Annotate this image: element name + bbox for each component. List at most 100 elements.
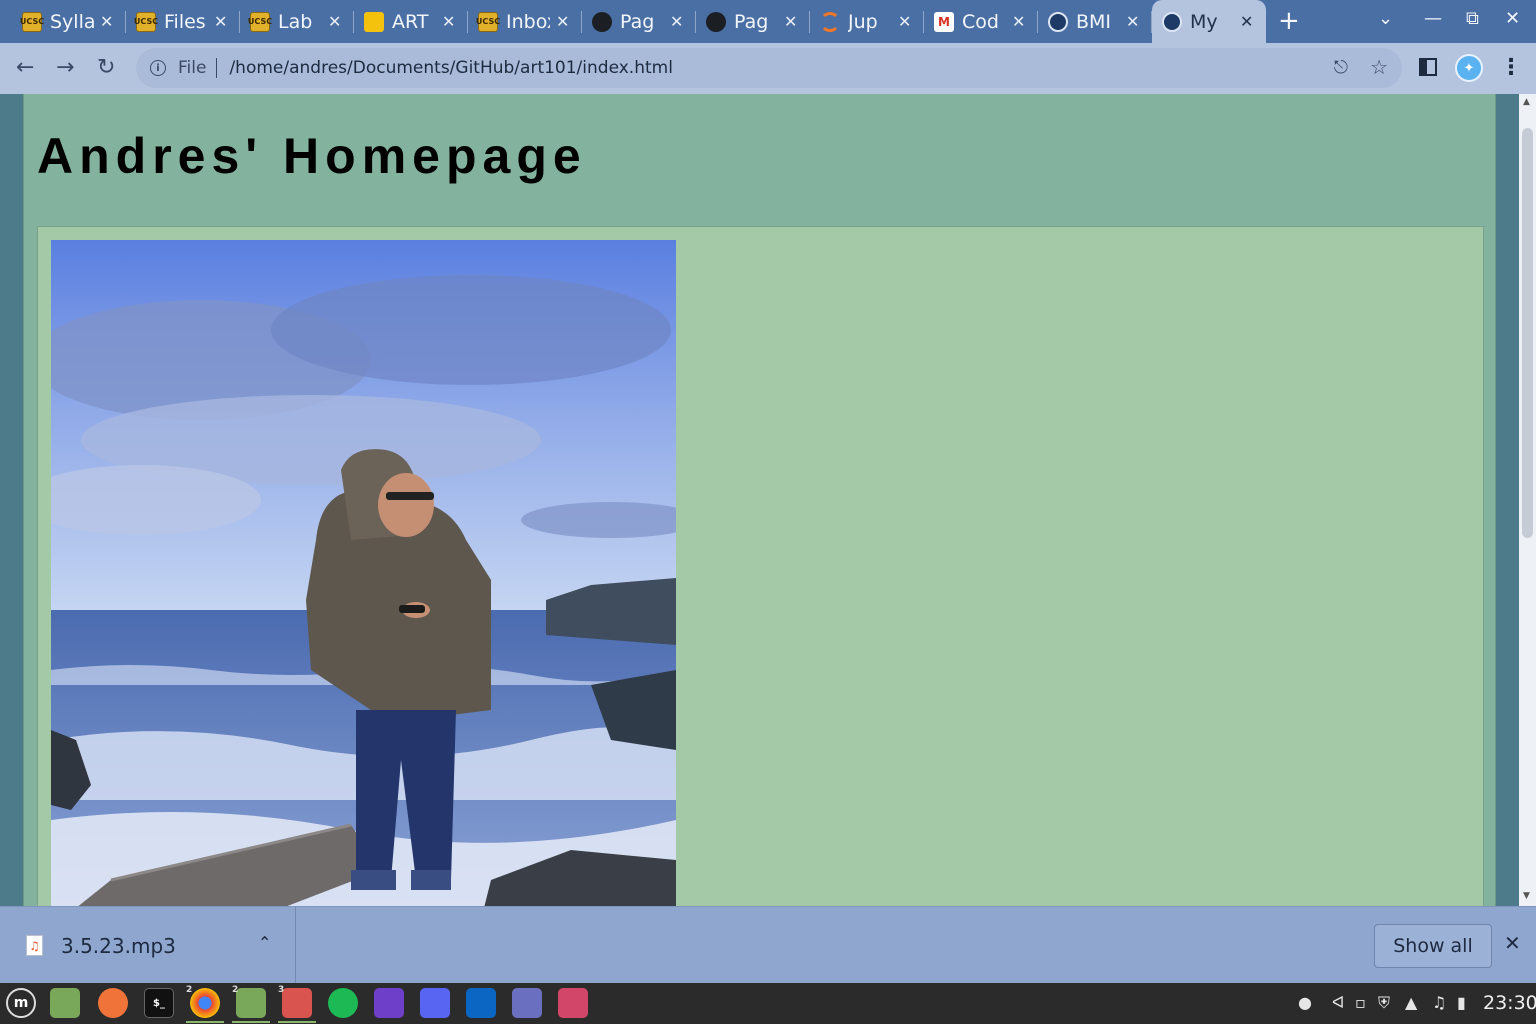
globe-icon bbox=[1048, 11, 1068, 32]
browser-toolbar: ← → ↻ i File /home/andres/Documents/GitH… bbox=[0, 43, 1536, 94]
tab-close-icon[interactable]: ✕ bbox=[1240, 12, 1253, 31]
download-item[interactable]: ♫ 3.5.23.mp3 ⌃ bbox=[0, 907, 296, 984]
scroll-up-icon[interactable]: ▲ bbox=[1523, 97, 1530, 107]
spotify-icon[interactable] bbox=[328, 988, 358, 1018]
tab-title: ART bbox=[392, 10, 429, 33]
ucsc-icon: UCSC bbox=[476, 11, 500, 32]
app-icon[interactable]: 3 bbox=[278, 985, 316, 1023]
bookmark-star-icon[interactable]: ☆ bbox=[1370, 55, 1388, 79]
jupyter-icon bbox=[820, 11, 840, 32]
tab-3[interactable]: ART ✕ bbox=[354, 0, 468, 43]
tab-title: Pag bbox=[620, 10, 655, 33]
content-box bbox=[37, 226, 1484, 906]
page-viewport: Andres' Homepage bbox=[0, 94, 1519, 906]
battery-icon[interactable]: ▮ bbox=[1457, 993, 1466, 1012]
tab-strip: UCSC Syllabus ✕ UCSC Files ✕ UCSC Lab ✕ ART ✕ UCSC I… bbox=[0, 0, 1536, 43]
profile-photo bbox=[51, 240, 676, 906]
vscode-icon[interactable] bbox=[466, 988, 496, 1018]
show-desktop-icon[interactable] bbox=[50, 988, 80, 1018]
app-window-count: 3 bbox=[278, 985, 285, 995]
tab-1[interactable]: UCSC Files ✕ bbox=[126, 0, 240, 43]
tab-4[interactable]: UCSC Inbox ✕ bbox=[468, 0, 582, 43]
github-icon bbox=[706, 11, 726, 32]
close-shelf-icon[interactable]: ✕ bbox=[1504, 931, 1521, 955]
close-window-button[interactable]: ✕ bbox=[1505, 8, 1520, 29]
tab-7[interactable]: Jup ✕ bbox=[810, 0, 924, 43]
side-panel-icon[interactable] bbox=[1419, 58, 1437, 76]
tab-6[interactable]: Pag ✕ bbox=[696, 0, 810, 43]
globe-icon bbox=[1162, 11, 1182, 32]
divider bbox=[216, 58, 218, 78]
gmail-icon: M bbox=[934, 11, 954, 32]
back-button[interactable]: ← bbox=[16, 55, 34, 80]
tab-close-icon[interactable]: ✕ bbox=[556, 12, 569, 31]
address-bar[interactable]: i File /home/andres/Documents/GitHub/art… bbox=[136, 48, 1402, 88]
slides-icon bbox=[364, 11, 384, 32]
terminal-icon[interactable]: $_ bbox=[144, 988, 174, 1018]
ucsc-icon: UCSC bbox=[248, 11, 272, 32]
tab-title: Pag bbox=[734, 10, 769, 33]
shield-icon[interactable]: ⛨ bbox=[1378, 993, 1390, 1013]
tab-close-icon[interactable]: ✕ bbox=[784, 12, 797, 31]
firefox-icon[interactable] bbox=[98, 988, 128, 1018]
scheme-label: File bbox=[178, 58, 207, 78]
url-text[interactable]: /home/andres/Documents/GitHub/art101/ind… bbox=[229, 58, 672, 78]
tab-title: Inbox bbox=[506, 10, 550, 33]
scrollbar-thumb[interactable] bbox=[1522, 128, 1533, 538]
wifi-icon[interactable]: ▲ bbox=[1405, 993, 1417, 1012]
ucsc-icon: UCSC bbox=[134, 11, 158, 32]
page-title: Andres' Homepage bbox=[37, 128, 587, 184]
image-viewer-icon[interactable] bbox=[558, 988, 588, 1018]
tab-title: Lab bbox=[278, 10, 313, 33]
kebab-menu-icon[interactable]: ⋮ bbox=[1500, 55, 1522, 80]
active-indicator bbox=[232, 1021, 270, 1023]
clipboard-icon[interactable]: ▫ bbox=[1355, 993, 1366, 1012]
tab-close-icon[interactable]: ✕ bbox=[1126, 12, 1139, 31]
tab-search-chevron-icon[interactable]: ⌄ bbox=[1378, 8, 1393, 29]
tab-close-icon[interactable]: ✕ bbox=[898, 12, 911, 31]
tab-title: Jup bbox=[848, 10, 878, 33]
tab-2[interactable]: UCSC Lab ✕ bbox=[240, 0, 354, 43]
tab-5[interactable]: Pag ✕ bbox=[582, 0, 696, 43]
chrome-window-count: 2 bbox=[186, 985, 193, 995]
chevron-up-icon[interactable]: ⌃ bbox=[258, 933, 271, 952]
tab-title: BMI bbox=[1076, 10, 1112, 33]
bluetooth-icon[interactable]: ᐊ bbox=[1332, 993, 1344, 1012]
tab-close-icon[interactable]: ✕ bbox=[1012, 12, 1025, 31]
minimize-button[interactable]: — bbox=[1424, 8, 1442, 29]
reload-button[interactable]: ↻ bbox=[97, 55, 115, 80]
tab-close-icon[interactable]: ✕ bbox=[100, 12, 113, 31]
files-icon[interactable]: 2 bbox=[232, 985, 270, 1023]
download-shelf: ♫ 3.5.23.mp3 ⌃ Show all ✕ bbox=[0, 906, 1536, 984]
tab-close-icon[interactable]: ✕ bbox=[670, 12, 683, 31]
music-icon[interactable]: ♫ bbox=[1432, 993, 1446, 1012]
tab-0[interactable]: UCSC Syllabus ✕ bbox=[12, 0, 126, 43]
tab-title: Files bbox=[164, 10, 206, 33]
tab-close-icon[interactable]: ✕ bbox=[328, 12, 341, 31]
mint-menu-icon[interactable]: m bbox=[6, 988, 36, 1018]
chrome-icon[interactable]: 2 bbox=[186, 985, 224, 1023]
ucsc-icon: UCSC bbox=[20, 11, 44, 32]
show-all-button[interactable]: Show all bbox=[1374, 924, 1492, 968]
new-tab-button[interactable]: + bbox=[1278, 6, 1300, 36]
text-editor-icon[interactable] bbox=[512, 988, 542, 1018]
page-scrollbar[interactable]: ▲ ▼ bbox=[1519, 94, 1536, 906]
share-icon[interactable]: ⎋ bbox=[1334, 57, 1348, 78]
scroll-down-icon[interactable]: ▼ bbox=[1523, 891, 1530, 901]
tab-close-icon[interactable]: ✕ bbox=[442, 12, 455, 31]
clock[interactable]: 23:30 bbox=[1483, 992, 1536, 1014]
extension-profile-icon[interactable]: ✦ bbox=[1455, 54, 1483, 82]
info-icon[interactable]: i bbox=[150, 60, 166, 76]
tab-title: My bbox=[1190, 10, 1218, 33]
tab-close-icon[interactable]: ✕ bbox=[214, 12, 227, 31]
tab-10[interactable]: My ✕ bbox=[1152, 0, 1266, 43]
tab-9[interactable]: BMI ✕ bbox=[1038, 0, 1152, 43]
forward-button[interactable]: → bbox=[56, 55, 74, 80]
github-desktop-icon[interactable] bbox=[374, 988, 404, 1018]
tab-8[interactable]: M Cod ✕ bbox=[924, 0, 1038, 43]
discord-tray-icon[interactable]: ● bbox=[1298, 993, 1312, 1012]
audio-file-icon: ♫ bbox=[26, 935, 43, 956]
discord-icon[interactable] bbox=[420, 988, 450, 1018]
download-file-name: 3.5.23.mp3 bbox=[61, 933, 176, 958]
maximize-button[interactable]: ⧉ bbox=[1466, 8, 1479, 29]
